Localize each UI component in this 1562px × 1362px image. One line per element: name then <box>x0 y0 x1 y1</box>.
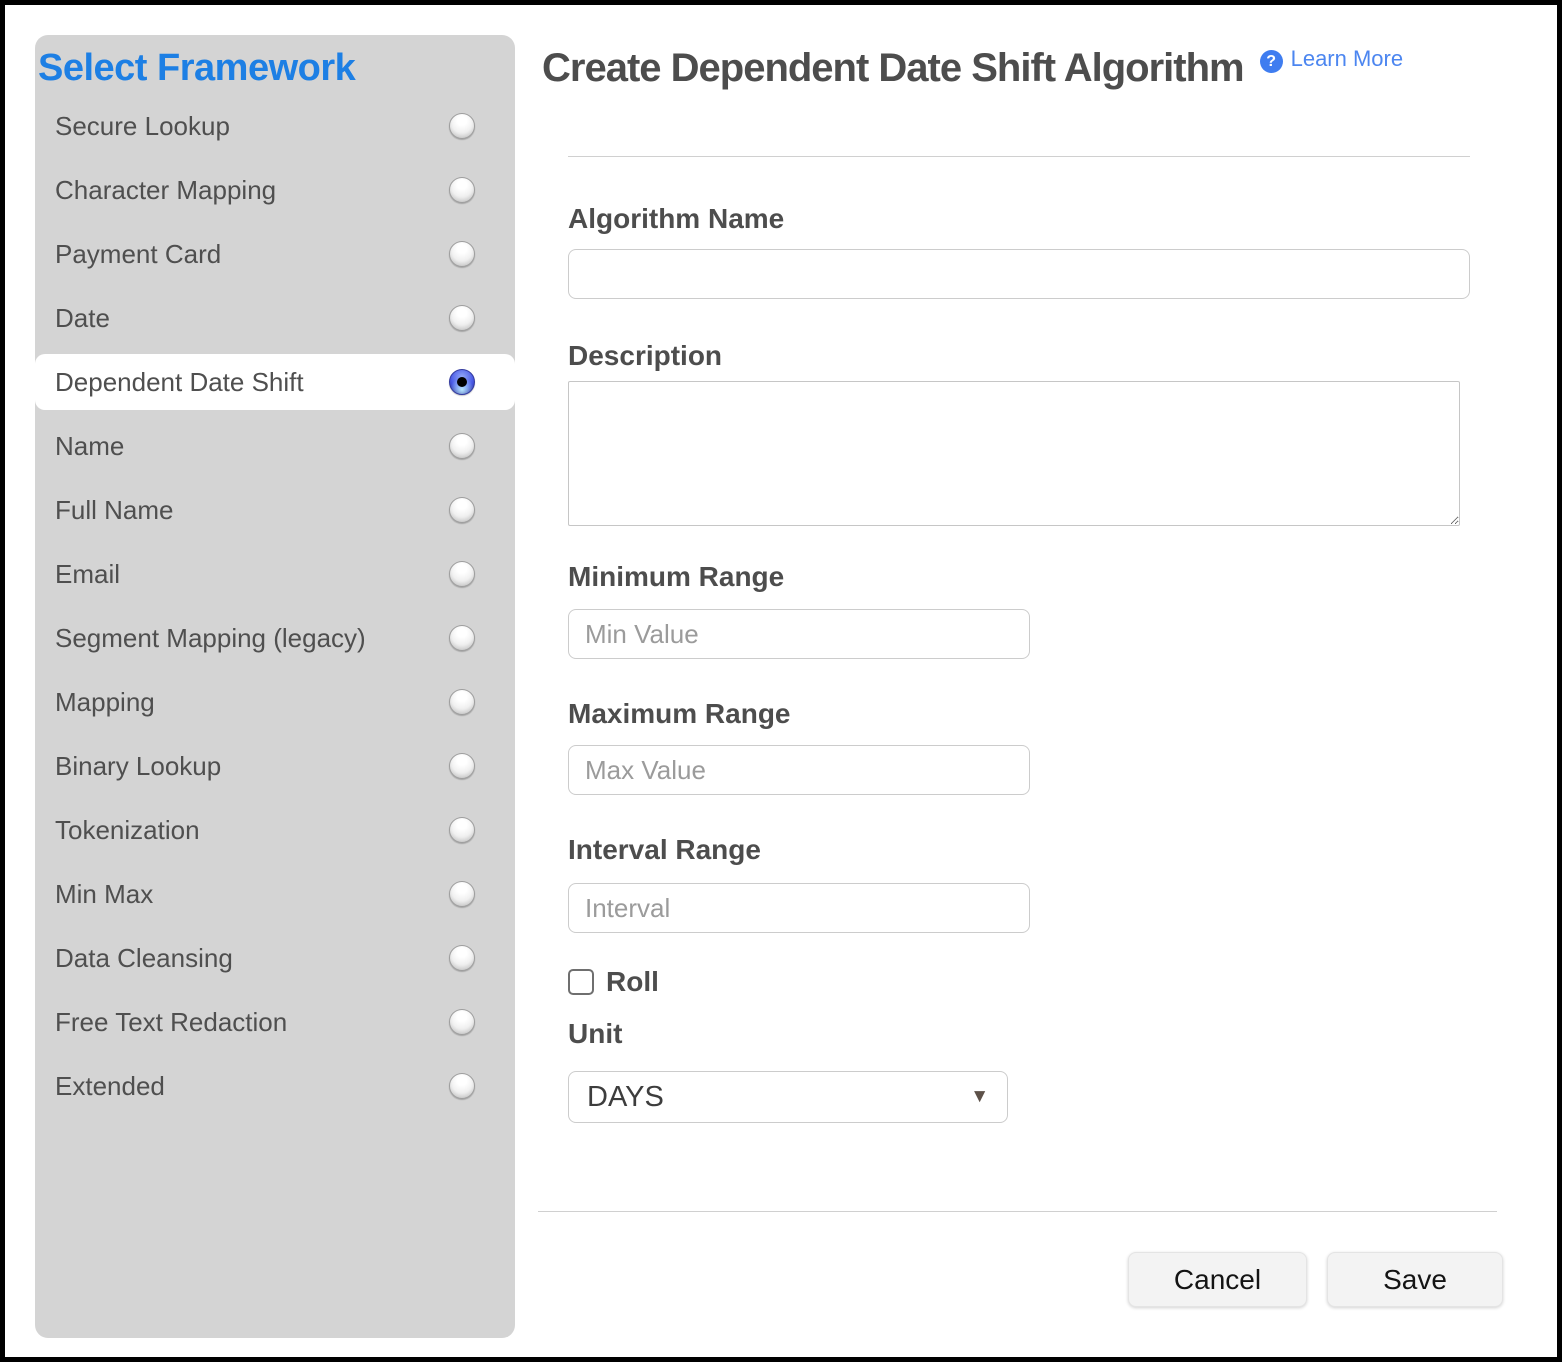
sidebar-item-character-mapping[interactable]: Character Mapping <box>35 158 515 222</box>
sidebar-item-dependent-date-shift[interactable]: Dependent Date Shift <box>35 354 515 410</box>
sidebar-item-label: Secure Lookup <box>55 111 230 142</box>
roll-row: Roll <box>568 967 1503 997</box>
algorithm-name-label: Algorithm Name <box>568 202 1503 236</box>
unit-selected-value: DAYS <box>587 1081 664 1114</box>
sidebar-item-label: Segment Mapping (legacy) <box>55 623 366 654</box>
unit-label: Unit <box>568 1017 1503 1051</box>
algorithm-name-input[interactable] <box>568 249 1470 299</box>
main-panel: Create Dependent Date Shift Algorithm? Le… <box>538 35 1503 1307</box>
radio-icon[interactable] <box>449 817 475 843</box>
sidebar-item-name[interactable]: Name <box>35 414 515 478</box>
sidebar-item-label: Dependent Date Shift <box>55 367 304 398</box>
description-label: Description <box>568 339 1503 373</box>
roll-checkbox[interactable] <box>568 969 594 995</box>
chevron-down-icon: ▼ <box>970 1086 989 1108</box>
action-buttons: Cancel Save <box>538 1252 1503 1307</box>
radio-icon[interactable] <box>449 1009 475 1035</box>
radio-icon[interactable] <box>449 113 475 139</box>
sidebar-item-label: Tokenization <box>55 815 200 846</box>
sidebar-item-mapping[interactable]: Mapping <box>35 670 515 734</box>
sidebar-item-label: Full Name <box>55 495 173 526</box>
max-value-input[interactable] <box>568 745 1030 795</box>
radio-icon[interactable] <box>449 625 475 651</box>
sidebar-item-label: Data Cleansing <box>55 943 233 974</box>
sidebar-item-label: Email <box>55 559 120 590</box>
sidebar-item-label: Binary Lookup <box>55 751 221 782</box>
save-button[interactable]: Save <box>1327 1252 1503 1307</box>
sidebar-item-binary-lookup[interactable]: Binary Lookup <box>35 734 515 798</box>
radio-icon[interactable] <box>449 497 475 523</box>
radio-icon[interactable] <box>449 241 475 267</box>
radio-selected-icon[interactable] <box>449 369 475 395</box>
page-title: Create Dependent Date Shift Algorithm? Le… <box>538 35 1503 92</box>
unit-select[interactable]: DAYS ▼ <box>568 1071 1008 1123</box>
sidebar-item-label: Name <box>55 431 124 462</box>
minimum-range-label: Minimum Range <box>568 560 1503 594</box>
sidebar-item-label: Mapping <box>55 687 155 718</box>
create-algorithm-dialog: Select Framework Secure Lookup Character … <box>0 0 1562 1362</box>
header-divider <box>568 156 1470 157</box>
radio-icon[interactable] <box>449 945 475 971</box>
framework-sidebar: Select Framework Secure Lookup Character … <box>35 35 515 1338</box>
sidebar-item-date[interactable]: Date <box>35 286 515 350</box>
radio-icon[interactable] <box>449 1073 475 1099</box>
radio-icon[interactable] <box>449 881 475 907</box>
framework-list: Secure Lookup Character Mapping Payment Ca… <box>35 94 515 1118</box>
maximum-range-label: Maximum Range <box>568 697 1503 731</box>
sidebar-item-label: Character Mapping <box>55 175 276 206</box>
sidebar-item-label: Free Text Redaction <box>55 1007 287 1038</box>
interval-input[interactable] <box>568 883 1030 933</box>
radio-icon[interactable] <box>449 753 475 779</box>
radio-icon[interactable] <box>449 561 475 587</box>
learn-more-link[interactable]: ? Learn More <box>1260 46 1404 71</box>
sidebar-item-label: Payment Card <box>55 239 221 270</box>
min-value-input[interactable] <box>568 609 1030 659</box>
roll-label: Roll <box>606 966 659 998</box>
sidebar-item-email[interactable]: Email <box>35 542 515 606</box>
sidebar-item-segment-mapping-legacy[interactable]: Segment Mapping (legacy) <box>35 606 515 670</box>
sidebar-item-min-max[interactable]: Min Max <box>35 862 515 926</box>
page-title-text: Create Dependent Date Shift Algorithm <box>542 46 1244 90</box>
description-textarea[interactable] <box>568 381 1460 526</box>
sidebar-item-full-name[interactable]: Full Name <box>35 478 515 542</box>
sidebar-item-payment-card[interactable]: Payment Card <box>35 222 515 286</box>
sidebar-item-free-text-redaction[interactable]: Free Text Redaction <box>35 990 515 1054</box>
sidebar-item-data-cleansing[interactable]: Data Cleansing <box>35 926 515 990</box>
sidebar-item-tokenization[interactable]: Tokenization <box>35 798 515 862</box>
help-icon[interactable]: ? <box>1260 50 1283 73</box>
interval-range-label: Interval Range <box>568 833 1503 867</box>
sidebar-item-secure-lookup[interactable]: Secure Lookup <box>35 94 515 158</box>
radio-icon[interactable] <box>449 177 475 203</box>
cancel-button[interactable]: Cancel <box>1128 1252 1307 1307</box>
radio-icon[interactable] <box>449 305 475 331</box>
learn-more-label: Learn More <box>1291 46 1404 71</box>
sidebar-item-label: Date <box>55 303 110 334</box>
sidebar-item-extended[interactable]: Extended <box>35 1054 515 1118</box>
sidebar-title: Select Framework <box>35 35 515 91</box>
footer-divider <box>538 1211 1497 1212</box>
sidebar-item-label: Extended <box>55 1071 165 1102</box>
radio-icon[interactable] <box>449 433 475 459</box>
radio-icon[interactable] <box>449 689 475 715</box>
sidebar-item-label: Min Max <box>55 879 153 910</box>
